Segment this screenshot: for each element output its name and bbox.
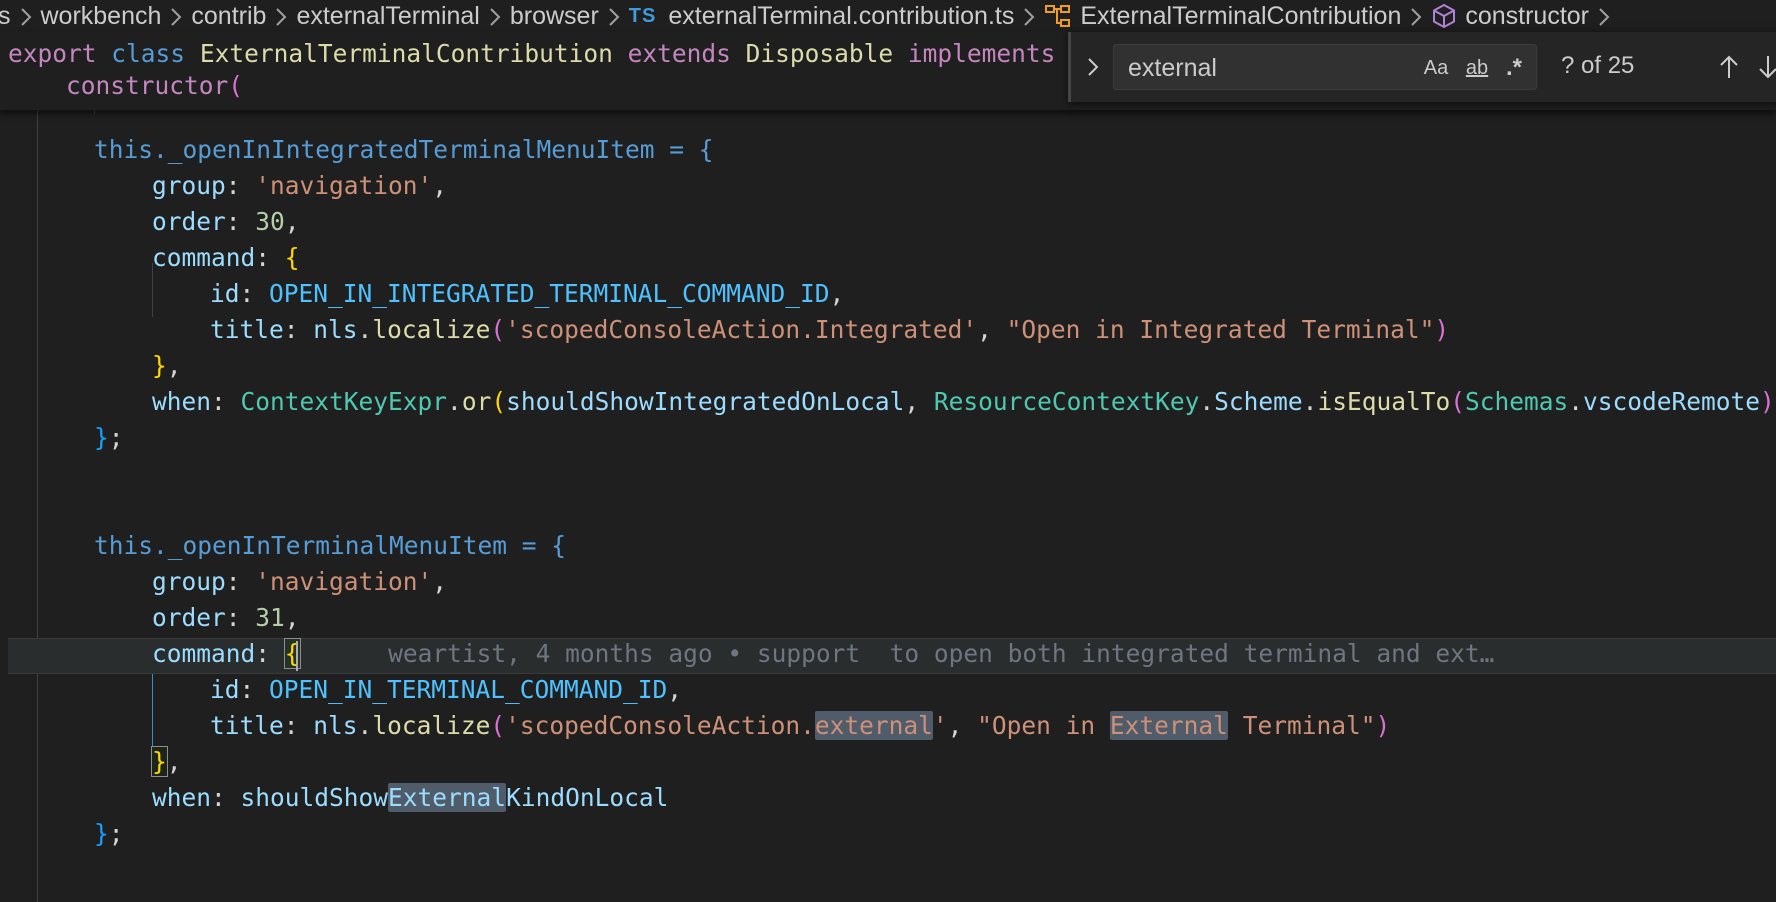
find-input-box[interactable]: Aa ab .*	[1113, 44, 1537, 90]
code-line: title: nls.localize('scopedConsoleAction…	[210, 315, 1450, 344]
arrow-up-icon	[1720, 55, 1738, 78]
chevron-right-icon	[11, 2, 41, 31]
active-indent-guide	[152, 674, 153, 746]
breadcrumb-item-file[interactable]: TS externalTerminal.contribution.ts	[629, 2, 1015, 31]
typescript-file-icon: TS	[628, 4, 657, 27]
regex-button[interactable]: .*	[1498, 54, 1530, 82]
chevron-right-icon	[1401, 2, 1431, 31]
text-cursor	[296, 641, 298, 671]
indent-guide	[94, 110, 95, 114]
sticky-line-constructor[interactable]: constructor(	[66, 68, 243, 104]
find-match-highlight: External	[1109, 711, 1228, 740]
code-line: };	[94, 423, 124, 452]
find-input[interactable]	[1126, 51, 1420, 85]
previous-match-button[interactable]	[1713, 50, 1745, 84]
chevron-right-icon	[480, 2, 510, 31]
match-count: ? of 25	[1561, 52, 1635, 79]
code-line: };	[94, 819, 124, 848]
toggle-replace-button[interactable]	[1081, 50, 1105, 84]
breadcrumb-item-externalterminal[interactable]: externalTerminal	[296, 2, 479, 31]
arrow-down-icon	[1759, 56, 1776, 79]
breadcrumb-item-constructor[interactable]: constructor	[1431, 2, 1589, 31]
code-line-current[interactable]: command: { weartist, 4 months ago • supp…	[152, 636, 1494, 672]
find-widget: Aa ab .* ? of 25	[1068, 32, 1776, 102]
next-match-button[interactable]	[1757, 50, 1776, 84]
chevron-right-icon	[599, 2, 629, 31]
find-match-highlight: External	[388, 783, 507, 812]
method-symbol-icon	[1431, 3, 1457, 29]
code-line: this._openInIntegratedTerminalMenuItem =…	[94, 135, 714, 164]
chevron-right-icon	[1088, 58, 1099, 76]
chevron-right-icon	[1589, 2, 1619, 31]
indent-guide	[37, 110, 38, 902]
code-line: when: ContextKeyExpr.or(shouldShowIntegr…	[152, 387, 1776, 416]
code-line: this._openInTerminalMenuItem = {	[94, 531, 567, 560]
breadcrumb-item-class[interactable]: ExternalTerminalContribution	[1044, 2, 1401, 31]
chevron-right-icon	[161, 2, 191, 31]
code-line: command: {	[152, 243, 300, 272]
whole-word-button[interactable]: ab	[1458, 54, 1496, 82]
code-line: id: OPEN_IN_INTEGRATED_TERMINAL_COMMAND_…	[210, 279, 845, 308]
match-case-button[interactable]: Aa	[1418, 54, 1454, 82]
code-line: order: 31,	[152, 603, 300, 632]
code-line: when: shouldShowExternalKindOnLocal	[152, 783, 669, 812]
chevron-right-icon	[1014, 2, 1044, 31]
breadcrumb-item-contrib[interactable]: contrib	[191, 2, 266, 31]
code-line: },	[151, 746, 182, 777]
code-line: group: 'navigation',	[152, 567, 448, 596]
code-line: title: nls.localize('scopedConsoleAction…	[210, 711, 1391, 740]
code-line: id: OPEN_IN_TERMINAL_COMMAND_ID,	[210, 675, 683, 704]
chevron-right-icon	[266, 2, 296, 31]
sticky-line-class[interactable]: export class ExternalTerminalContributio…	[8, 36, 1100, 72]
class-symbol-icon	[1044, 3, 1072, 29]
git-blame-annotation[interactable]: weartist, 4 months ago • support to open…	[388, 639, 1494, 668]
code-editor[interactable]: this._openInIntegratedTerminalMenuItem =…	[0, 110, 1776, 902]
breadcrumb-item-browser[interactable]: browser	[510, 2, 599, 31]
code-line: },	[152, 351, 182, 380]
find-match-highlight: external	[814, 711, 933, 740]
code-line: order: 30,	[152, 207, 300, 236]
breadcrumb: s workbench contrib externalTerminal bro…	[0, 0, 1776, 32]
breadcrumb-item-workbench[interactable]: workbench	[41, 2, 162, 31]
code-line: group: 'navigation',	[152, 171, 448, 200]
breadcrumb-item-parent[interactable]: s	[0, 2, 11, 31]
